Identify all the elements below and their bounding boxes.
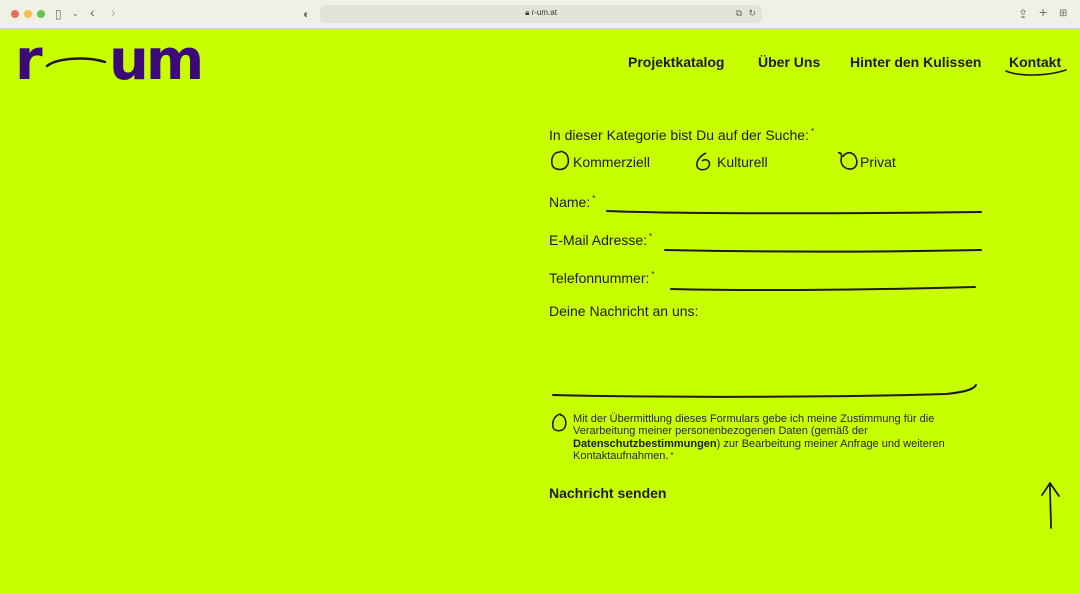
nav-active-underline [1005,69,1067,76]
url-text: r-um.at [531,8,557,17]
browser-toolbar: ▯ ⌄ ‹ › ◐ 🔒︎ r-um.at ⧉ ↻ ⇪ + ⊞ [0,0,1080,29]
arrow-up-icon[interactable] [1040,481,1062,531]
lock-icon: 🔒︎ [525,8,530,17]
consent-checkbox[interactable] [550,412,570,434]
tab-overview-icon[interactable]: ⊞ [1059,7,1067,21]
address-bar[interactable]: 🔒︎ r-um.at ⧉ ↻ [320,5,762,23]
phone-input[interactable] [669,283,979,295]
name-input[interactable] [605,206,983,218]
logo-r: r [17,36,43,86]
category-label: In dieser Kategorie bist Du auf der Such… [549,127,815,143]
submit-button[interactable]: Nachricht senden [549,485,666,501]
shield-icon[interactable]: ◐ [303,7,310,21]
nav-hinter-den-kulissen[interactable]: Hinter den Kulissen [850,54,981,70]
message-label: Deine Nachricht an uns: [549,303,699,319]
name-label: Name: * [549,194,596,210]
logo-um: um [109,36,201,86]
back-icon[interactable]: ‹ [90,5,95,19]
sidebar-icon[interactable]: ▯ [55,7,62,21]
nav-ueber-uns[interactable]: Über Uns [758,54,820,70]
logo-dash [45,57,107,68]
email-label: E-Mail Adresse: * [549,232,653,248]
nav-projektkatalog[interactable]: Projektkatalog [628,54,724,70]
close-window-button[interactable] [11,10,19,18]
consent-text: Mit der Übermittlung dieses Formulars ge… [573,413,945,463]
radio-privat[interactable] [836,150,860,172]
logo[interactable]: r um [17,36,209,86]
email-input[interactable] [663,244,983,256]
share-icon[interactable]: ⇪ [1018,7,1028,21]
radio-kommerziell-label[interactable]: Kommerziell [573,154,650,170]
message-textarea[interactable] [551,380,981,402]
chevron-down-icon[interactable]: ⌄ [72,7,79,21]
forward-icon[interactable]: › [111,5,116,19]
radio-kulturell-label[interactable]: Kulturell [717,154,768,170]
new-tab-icon[interactable]: + [1039,5,1047,19]
zoom-window-button[interactable] [37,10,45,18]
minimize-window-button[interactable] [24,10,32,18]
privacy-policy-link[interactable]: Datenschutzbestimmungen [573,438,717,450]
phone-label: Telefonnummer: * [549,270,655,286]
radio-kommerziell[interactable] [550,150,570,172]
reload-icon[interactable]: ↻ [748,8,756,19]
radio-kulturell[interactable] [694,151,714,173]
translate-icon[interactable]: ⧉ [736,8,742,19]
radio-privat-label[interactable]: Privat [860,154,896,170]
